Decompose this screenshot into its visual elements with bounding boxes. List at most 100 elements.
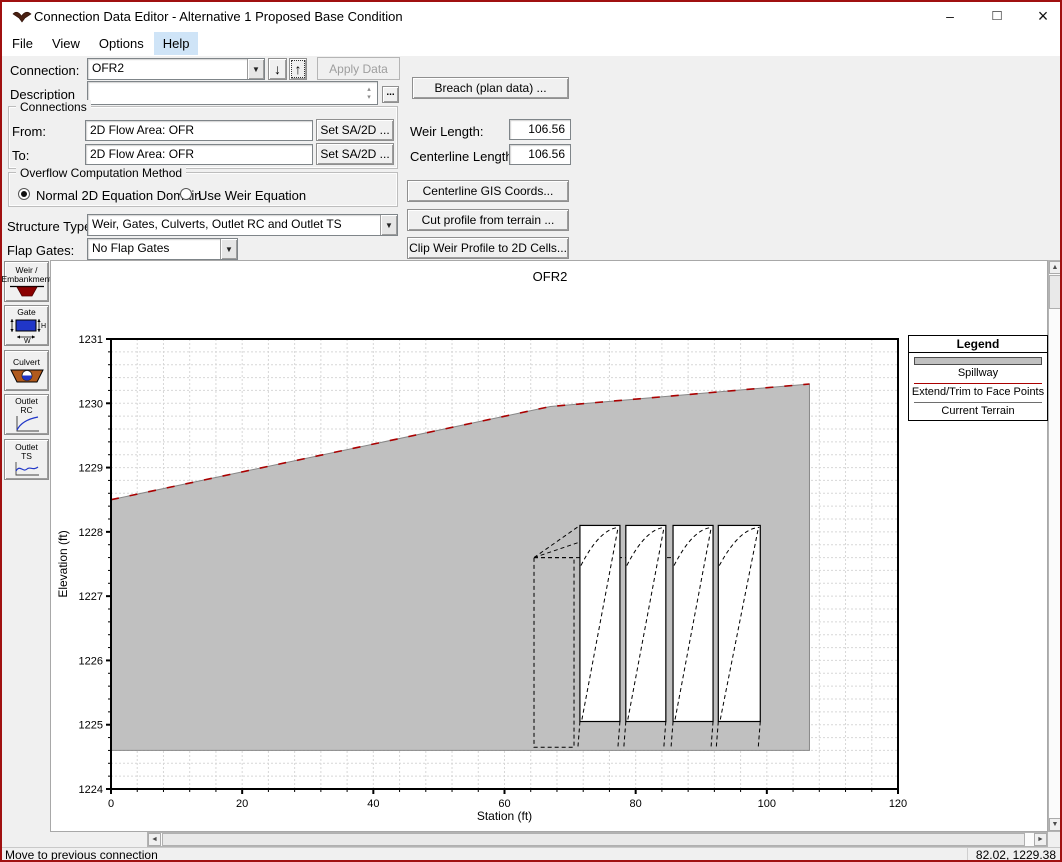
chart-legend: Legend Spillway Extend/Trim to Face Poin… — [908, 335, 1048, 421]
svg-text:0: 0 — [108, 798, 114, 810]
svg-text:Elevation (ft): Elevation (ft) — [56, 530, 70, 597]
spinner-down-icon: ▾ — [367, 94, 371, 102]
connection-label: Connection: — [10, 63, 79, 78]
svg-text:1227: 1227 — [79, 591, 103, 603]
gate-opening — [673, 525, 713, 721]
apply-data-button[interactable]: Apply Data — [317, 57, 400, 80]
gate-opening — [580, 525, 620, 721]
gate-icon: H W — [8, 317, 46, 343]
svg-text:120: 120 — [889, 798, 907, 810]
svg-text:1225: 1225 — [79, 720, 103, 732]
use-weir-equation-radio[interactable] — [180, 188, 192, 200]
svg-text:1226: 1226 — [79, 655, 103, 667]
svg-text:Station (ft): Station (ft) — [477, 809, 532, 823]
svg-text:100: 100 — [758, 798, 776, 810]
terrain-swatch — [914, 402, 1042, 403]
outlet-ts-icon — [14, 461, 40, 477]
flap-gates-combobox[interactable]: No Flap Gates ▼ — [87, 238, 238, 260]
connection-combobox[interactable]: OFR2 ▼ — [87, 58, 265, 80]
minimize-button[interactable]: – — [933, 2, 967, 30]
culvert-tool-button[interactable]: Culvert — [4, 350, 49, 391]
menu-file[interactable]: File — [3, 32, 42, 55]
face-points-swatch — [914, 383, 1042, 384]
description-input[interactable]: ▴▾ — [87, 81, 378, 105]
titlebar: Connection Data Editor - Alternative 1 P… — [2, 2, 1060, 30]
scroll-left-icon[interactable]: ◄ — [148, 833, 161, 846]
spillway-swatch — [914, 357, 1042, 365]
scroll-right-icon[interactable]: ► — [1034, 833, 1047, 846]
flap-gates-label: Flap Gates: — [7, 243, 74, 258]
chevron-down-icon[interactable]: ▼ — [220, 239, 237, 259]
spinner-up-icon: ▴ — [367, 86, 371, 94]
cut-profile-from-terrain-button[interactable]: Cut profile from terrain ... — [407, 209, 569, 231]
description-spinner[interactable]: ▴▾ — [363, 84, 375, 103]
close-button[interactable]: × — [1026, 2, 1060, 30]
maximize-button[interactable]: □ — [980, 2, 1014, 30]
set-sa2d-to-button[interactable]: Set SA/2D ... — [316, 143, 394, 165]
svg-text:W: W — [24, 338, 31, 343]
structure-type-combobox[interactable]: Weir, Gates, Culverts, Outlet RC and Out… — [87, 214, 398, 236]
svg-text:40: 40 — [367, 798, 379, 810]
up-arrow-icon: ↑ — [295, 61, 302, 77]
structure-type-label: Structure Type: — [7, 219, 95, 234]
weir-embankment-icon — [9, 284, 45, 298]
culvert-icon — [10, 367, 44, 384]
from-field[interactable]: 2D Flow Area: OFR — [85, 120, 313, 141]
connection-data-editor-window: Connection Data Editor - Alternative 1 P… — [0, 0, 1062, 862]
description-ellipsis-button[interactable]: ... — [382, 86, 399, 103]
gate-opening — [626, 525, 666, 721]
to-label: To: — [12, 148, 29, 163]
svg-text:OFR2: OFR2 — [533, 269, 568, 284]
menu-help[interactable]: Help — [154, 32, 199, 55]
overflow-method-group-title: Overflow Computation Method — [16, 166, 186, 180]
menu-options[interactable]: Options — [90, 32, 153, 55]
horizontal-scroll-thumb[interactable] — [162, 833, 1025, 846]
svg-text:20: 20 — [236, 798, 248, 810]
weir-profile-plot[interactable]: 0204060801001201224122512261227122812291… — [51, 261, 1049, 833]
breach-plan-data-button[interactable]: Breach (plan data) ... — [412, 77, 569, 99]
chevron-down-icon[interactable]: ▼ — [380, 215, 397, 235]
use-weir-equation-radio-label[interactable]: Use Weir Equation — [198, 188, 306, 203]
vertical-scroll-thumb[interactable] — [1049, 275, 1061, 309]
app-icon — [12, 10, 32, 23]
previous-connection-button[interactable]: ↑ — [289, 58, 307, 80]
centerline-gis-coords-button[interactable]: Centerline GIS Coords... — [407, 180, 569, 202]
legend-entry-spillway: Spillway — [909, 367, 1047, 380]
scroll-down-icon[interactable]: ▼ — [1049, 818, 1061, 831]
horizontal-scrollbar[interactable]: ◄ ► — [147, 832, 1048, 847]
svg-text:1228: 1228 — [79, 527, 103, 539]
down-arrow-icon: ↓ — [274, 61, 281, 77]
gate-opening — [718, 525, 760, 721]
menubar: File View Options Help — [2, 30, 1060, 56]
svg-text:1224: 1224 — [79, 784, 103, 796]
clip-weir-profile-button[interactable]: Clip Weir Profile to 2D Cells... — [407, 237, 569, 259]
weir-embankment-tool-button[interactable]: Weir / Embankment — [4, 261, 49, 302]
normal-2d-radio[interactable] — [18, 188, 30, 200]
set-sa2d-from-button[interactable]: Set SA/2D ... — [316, 119, 394, 141]
normal-2d-radio-label[interactable]: Normal 2D Equation Domain — [36, 188, 201, 203]
outlet-rc-icon — [14, 415, 40, 433]
vertical-scrollbar[interactable]: ▲ ▼ — [1048, 260, 1062, 832]
outlet-rc-tool-button[interactable]: Outlet RC — [4, 394, 49, 435]
window-title: Connection Data Editor - Alternative 1 P… — [34, 9, 403, 24]
svg-text:1231: 1231 — [79, 334, 103, 346]
menu-view[interactable]: View — [43, 32, 89, 55]
to-field[interactable]: 2D Flow Area: OFR — [85, 144, 313, 165]
cursor-coordinates: 82.02, 1229.38 — [967, 848, 1056, 862]
statusbar: Move to previous connection 82.02, 1229.… — [2, 847, 1060, 862]
svg-text:80: 80 — [630, 798, 642, 810]
chevron-down-icon[interactable]: ▼ — [247, 59, 264, 79]
outlet-ts-tool-button[interactable]: Outlet TS — [4, 439, 49, 480]
weir-length-value: 106.56 — [509, 119, 571, 140]
weir-profile-chart[interactable]: 0204060801001201224122512261227122812291… — [50, 260, 1048, 832]
centerline-length-label: Centerline Length: — [410, 149, 516, 164]
centerline-length-value: 106.56 — [509, 144, 571, 165]
status-message: Move to previous connection — [5, 848, 158, 862]
next-connection-button[interactable]: ↓ — [268, 58, 287, 80]
gate-tool-button[interactable]: Gate H W — [4, 305, 49, 346]
legend-entry-face-points: Extend/Trim to Face Points — [909, 386, 1047, 399]
weir-length-label: Weir Length: — [410, 124, 483, 139]
scroll-up-icon[interactable]: ▲ — [1049, 261, 1061, 274]
from-label: From: — [12, 124, 46, 139]
connections-group-title: Connections — [16, 100, 91, 114]
